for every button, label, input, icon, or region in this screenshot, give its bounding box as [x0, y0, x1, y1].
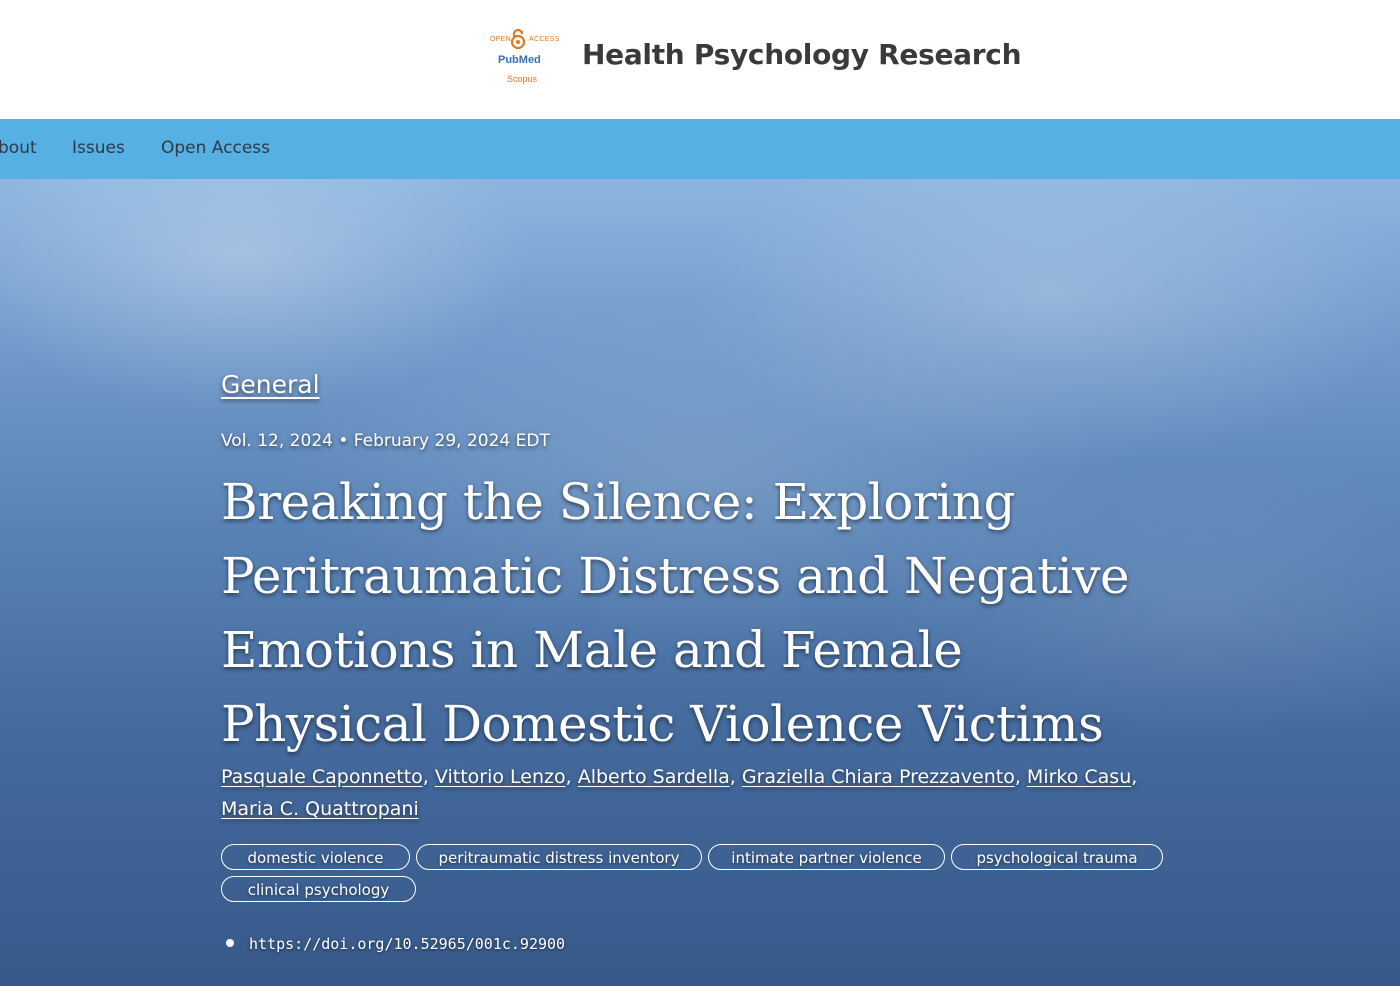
nav-item-issues[interactable]: Issues [72, 138, 125, 158]
site-title[interactable]: Health Psychology Research [582, 38, 1022, 71]
journal-logo[interactable]: OPEN ACCESS PubMed Scopus [488, 22, 560, 88]
main-nav: bout Issues Open Access [0, 119, 1400, 179]
keyword-tag[interactable]: peritraumatic distress inventory [416, 844, 702, 870]
author-link[interactable]: Mirko Casu [1027, 766, 1131, 788]
open-text: OPEN [490, 36, 512, 43]
keyword-tag[interactable]: domestic violence [221, 844, 410, 870]
keyword-tag[interactable]: intimate partner violence [708, 844, 945, 870]
article-title: Breaking the Silence: Exploring Peritrau… [221, 473, 1130, 753]
author-link[interactable]: Alberto Sardella [578, 766, 730, 788]
article-hero: General Vol. 12, 2024 • February 29, 202… [0, 179, 1400, 986]
author-link[interactable]: Vittorio Lenzo [435, 766, 566, 788]
author-link[interactable]: Graziella Chiara Prezzavento [742, 766, 1015, 788]
open-access-lock-icon [510, 28, 526, 50]
access-text: ACCESS [529, 36, 560, 43]
article-meta: Vol. 12, 2024 • February 29, 2024 EDT [221, 431, 550, 451]
scopus-logo: Scopus [507, 74, 538, 84]
section-link[interactable]: General [221, 370, 320, 399]
author-list: Pasquale Caponnetto, Vittorio Lenzo, Alb… [221, 766, 1138, 820]
keyword-tag[interactable]: psychological trauma [951, 844, 1163, 870]
pubmed-logo: PubMed [498, 54, 541, 66]
site-header: OPEN ACCESS PubMed Scopus Health Psychol… [0, 0, 1400, 119]
nav-item-open-access[interactable]: Open Access [161, 138, 270, 158]
author-link[interactable]: Pasquale Caponnetto [221, 766, 423, 788]
author-link[interactable]: Maria C. Quattropani [221, 798, 419, 820]
doi-link[interactable]: https://doi.org/10.52965/001c.92900 [249, 935, 565, 953]
nav-item-about[interactable]: bout [0, 138, 37, 158]
open-access-badge: OPEN ACCESS [488, 28, 560, 50]
bullet-icon [226, 939, 234, 947]
keyword-tag[interactable]: clinical psychology [221, 876, 416, 902]
